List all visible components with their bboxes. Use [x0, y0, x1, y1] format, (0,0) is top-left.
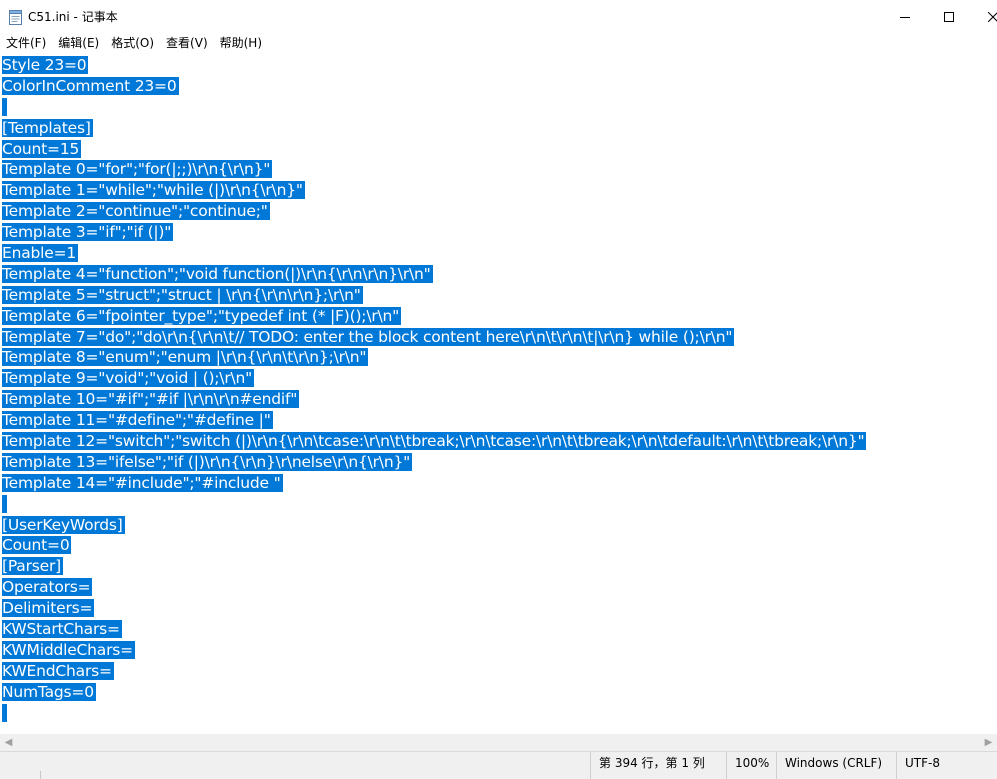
selected-text: [Parser]: [2, 557, 63, 576]
selected-text: ColorInComment 23=0: [2, 76, 179, 95]
editor-line[interactable]: KWStartChars=: [2, 619, 866, 640]
horizontal-scrollbar[interactable]: ◀ ▶: [0, 734, 997, 751]
menu-help[interactable]: 帮助(H): [214, 34, 268, 53]
editor-line[interactable]: Operators=: [2, 577, 866, 598]
selected-text: Enable=1: [2, 244, 79, 263]
selected-text: Template 7="do";"do\r\n{\r\n\t// TODO: e…: [2, 327, 735, 346]
minimize-icon: [900, 17, 910, 18]
selected-text: Template 6="fpointer_type";"typedef int …: [2, 306, 402, 325]
selected-text: Template 5="struct";"struct | \r\n{\r\n\…: [2, 285, 363, 304]
editor-line[interactable]: Count=15: [2, 139, 866, 160]
title-bar[interactable]: C51.ini - 记事本: [0, 0, 997, 34]
menu-view[interactable]: 查看(V): [160, 34, 214, 53]
status-bar: 第 394 行，第 1 列 100% Windows (CRLF) UTF-8: [0, 751, 997, 779]
editor-line[interactable]: Template 5="struct";"struct | \r\n{\r\n\…: [2, 285, 866, 306]
selected-text: KWEndChars=: [2, 661, 114, 680]
editor-line[interactable]: [2, 97, 866, 118]
cursor-position: 第 394 行，第 1 列: [590, 752, 726, 779]
editor-line[interactable]: Template 13="ifelse";"if (|)\r\n{\r\n}\r…: [2, 452, 866, 473]
editor-line[interactable]: Template 11="#define";"#define |": [2, 410, 866, 431]
editor-line[interactable]: Template 14="#include";"#include ": [2, 473, 866, 494]
editor-line[interactable]: Template 3="if";"if (|)": [2, 222, 866, 243]
editor-line[interactable]: Template 7="do";"do\r\n{\r\n\t// TODO: e…: [2, 327, 866, 348]
selected-text: Operators=: [2, 578, 93, 597]
selected-text: Template 4="function";"void function(|)\…: [2, 264, 433, 283]
menu-edit[interactable]: 编辑(E): [52, 34, 105, 53]
close-button[interactable]: [970, 0, 997, 34]
selected-text: [2, 494, 7, 513]
editor-line[interactable]: Template 1="while";"while (|)\r\n{\r\n}": [2, 180, 866, 201]
selected-text: Template 8="enum";"enum |\r\n{\r\n\t\r\n…: [2, 348, 369, 367]
selected-text: Delimiters=: [2, 599, 95, 618]
selected-text: Style 23=0: [2, 56, 89, 74]
selected-text: Count=15: [2, 139, 82, 158]
editor-line[interactable]: KWEndChars=: [2, 661, 866, 682]
notepad-icon: [9, 10, 22, 25]
editor-line[interactable]: Template 9="void";"void | ();\r\n": [2, 368, 866, 389]
selected-text: NumTags=0: [2, 682, 96, 701]
maximize-button[interactable]: [926, 0, 972, 34]
status-divider: [40, 771, 41, 779]
editor-line[interactable]: [2, 703, 866, 724]
editor-line[interactable]: Style 23=0: [2, 55, 866, 76]
selected-text: Template 2="continue";"continue;": [2, 202, 270, 221]
selected-text: Template 1="while";"while (|)\r\n{\r\n}": [2, 181, 305, 200]
menu-format[interactable]: 格式(O): [105, 34, 160, 53]
selected-text: [2, 97, 7, 116]
editor-line[interactable]: Template 12="switch";"switch (|)\r\n{\r\…: [2, 431, 867, 452]
editor-line[interactable]: [2, 494, 866, 515]
close-icon: [988, 12, 997, 22]
editor-line[interactable]: ColorInComment 23=0: [2, 76, 866, 97]
selected-text: Count=0: [2, 536, 72, 555]
editor-line[interactable]: Template 6="fpointer_type";"typedef int …: [2, 306, 866, 327]
selected-text: Template 10="#if";"#if |\r\n\r\n#endif": [2, 390, 300, 409]
editor-line[interactable]: Enable=1: [2, 243, 866, 264]
maximize-icon: [944, 12, 954, 22]
selected-text: Template 3="if";"if (|)": [2, 223, 174, 242]
scroll-left-icon[interactable]: ◀: [0, 734, 17, 751]
editor-line[interactable]: Count=0: [2, 535, 866, 556]
editor-line[interactable]: KWMiddleChars=: [2, 640, 866, 661]
editor-line[interactable]: Template 2="continue";"continue;": [2, 201, 866, 222]
line-ending: Windows (CRLF): [776, 752, 896, 779]
selected-text: [Templates]: [2, 118, 93, 137]
editor-line[interactable]: NumTags=0: [2, 682, 866, 703]
selected-text: [UserKeyWords]: [2, 515, 125, 534]
selected-text: Template 12="switch";"switch (|)\r\n{\r\…: [2, 432, 867, 451]
window-title: C51.ini - 记事本: [28, 10, 118, 24]
editor-line[interactable]: Delimiters=: [2, 598, 866, 619]
editor-line[interactable]: [Templates]: [2, 118, 866, 139]
editor-line[interactable]: [UserKeyWords]: [2, 515, 866, 536]
selected-text: KWStartChars=: [2, 620, 122, 639]
editor-line[interactable]: Template 0="for";"for(|;;)\r\n{\r\n}": [2, 159, 866, 180]
selected-text: Template 11="#define";"#define |": [2, 411, 273, 430]
editor-line[interactable]: Template 10="#if";"#if |\r\n\r\n#endif": [2, 389, 866, 410]
editor-lines[interactable]: Style 23=0 ColorInComment 23=0 [Templates…: [2, 55, 867, 724]
zoom-level: 100%: [726, 752, 776, 779]
selected-text: [2, 703, 7, 722]
text-editor[interactable]: Style 23=0 ColorInComment 23=0 [Templates…: [0, 53, 997, 734]
editor-line[interactable]: Template 4="function";"void function(|)\…: [2, 264, 866, 285]
selected-text: Template 0="for";"for(|;;)\r\n{\r\n}": [2, 160, 273, 179]
selected-text: Template 13="ifelse";"if (|)\r\n{\r\n}\r…: [2, 452, 413, 471]
menu-bar: 文件(F) 编辑(E) 格式(O) 查看(V) 帮助(H): [0, 34, 997, 53]
editor-line[interactable]: Template 8="enum";"enum |\r\n{\r\n\t\r\n…: [2, 347, 866, 368]
notepad-window: C51.ini - 记事本 文件(F) 编辑(E) 格式(O) 查看(V) 帮助…: [0, 0, 997, 779]
minimize-button[interactable]: [882, 0, 928, 34]
scroll-right-icon[interactable]: ▶: [980, 734, 997, 751]
encoding: UTF-8: [896, 752, 997, 779]
editor-line[interactable]: [Parser]: [2, 556, 866, 577]
selected-text: KWMiddleChars=: [2, 640, 135, 659]
menu-file[interactable]: 文件(F): [0, 34, 52, 53]
selected-text: Template 14="#include";"#include ": [2, 473, 283, 492]
selected-text: Template 9="void";"void | ();\r\n": [2, 369, 255, 388]
